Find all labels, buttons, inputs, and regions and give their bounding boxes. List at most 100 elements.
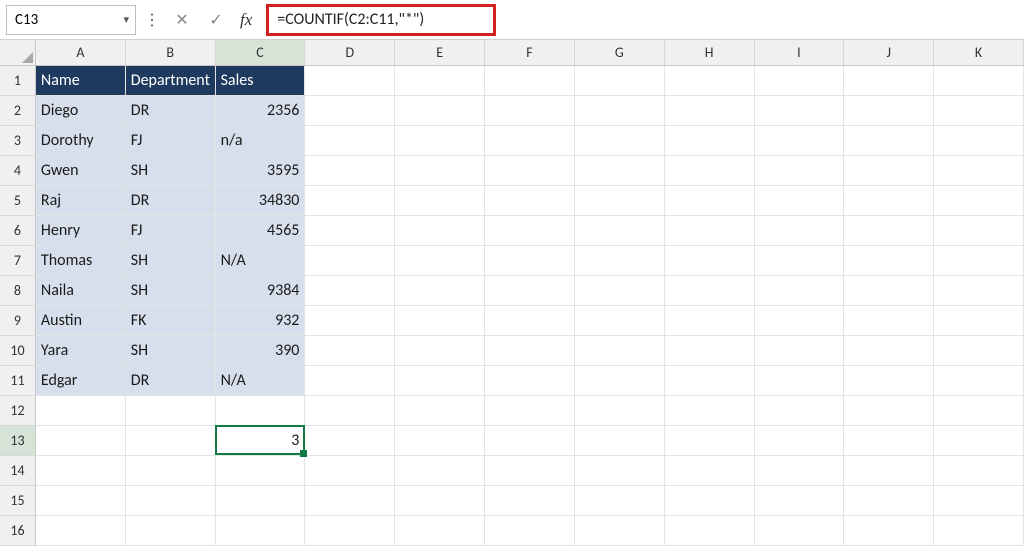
- cell-J10[interactable]: [844, 336, 934, 366]
- cell-J1[interactable]: [844, 66, 934, 96]
- cell-K9[interactable]: [934, 306, 1024, 336]
- cell-F14[interactable]: [485, 456, 575, 486]
- cell-B1[interactable]: Department: [126, 66, 216, 96]
- cell-K12[interactable]: [934, 396, 1024, 426]
- column-header-I[interactable]: I: [755, 40, 845, 65]
- cell-I7[interactable]: [755, 246, 845, 276]
- cell-A7[interactable]: Thomas: [36, 246, 126, 276]
- column-header-E[interactable]: E: [395, 40, 485, 65]
- cell-F3[interactable]: [485, 126, 575, 156]
- cell-B16[interactable]: [126, 516, 216, 546]
- cell-I9[interactable]: [755, 306, 845, 336]
- cell-K11[interactable]: [934, 366, 1024, 396]
- cell-A6[interactable]: Henry: [36, 216, 126, 246]
- row-header-13[interactable]: 13: [0, 426, 36, 456]
- cell-C12[interactable]: [216, 396, 306, 426]
- cell-C3[interactable]: n/a: [216, 126, 306, 156]
- cell-J7[interactable]: [844, 246, 934, 276]
- cell-E6[interactable]: [395, 216, 485, 246]
- cell-F16[interactable]: [485, 516, 575, 546]
- column-header-H[interactable]: H: [665, 40, 755, 65]
- cell-G7[interactable]: [575, 246, 665, 276]
- cell-E11[interactable]: [395, 366, 485, 396]
- cell-B5[interactable]: DR: [126, 186, 216, 216]
- cell-C7[interactable]: N/A: [216, 246, 306, 276]
- cell-C16[interactable]: [216, 516, 306, 546]
- row-header-10[interactable]: 10: [0, 336, 36, 366]
- cell-B8[interactable]: SH: [126, 276, 216, 306]
- cell-J9[interactable]: [844, 306, 934, 336]
- cell-H7[interactable]: [665, 246, 755, 276]
- cell-D2[interactable]: [305, 96, 395, 126]
- row-header-8[interactable]: 8: [0, 276, 36, 306]
- cell-E5[interactable]: [395, 186, 485, 216]
- cell-F11[interactable]: [485, 366, 575, 396]
- cell-I2[interactable]: [755, 96, 845, 126]
- cell-G11[interactable]: [575, 366, 665, 396]
- cell-F7[interactable]: [485, 246, 575, 276]
- cell-G4[interactable]: [575, 156, 665, 186]
- cell-F12[interactable]: [485, 396, 575, 426]
- cell-H5[interactable]: [665, 186, 755, 216]
- cell-I1[interactable]: [755, 66, 845, 96]
- cell-D1[interactable]: [305, 66, 395, 96]
- row-header-11[interactable]: 11: [0, 366, 36, 396]
- cell-B7[interactable]: SH: [126, 246, 216, 276]
- cell-K7[interactable]: [934, 246, 1024, 276]
- cell-H12[interactable]: [665, 396, 755, 426]
- cell-E2[interactable]: [395, 96, 485, 126]
- cell-E3[interactable]: [395, 126, 485, 156]
- cell-F6[interactable]: [485, 216, 575, 246]
- cell-J6[interactable]: [844, 216, 934, 246]
- cell-B12[interactable]: [126, 396, 216, 426]
- cell-F2[interactable]: [485, 96, 575, 126]
- column-header-C[interactable]: C: [216, 40, 306, 65]
- cell-A13[interactable]: [36, 426, 126, 456]
- cell-B14[interactable]: [126, 456, 216, 486]
- confirm-formula-button[interactable]: ✓: [202, 6, 230, 34]
- cell-H13[interactable]: [665, 426, 755, 456]
- cell-K2[interactable]: [934, 96, 1024, 126]
- cell-C9[interactable]: 932: [216, 306, 306, 336]
- cell-D14[interactable]: [305, 456, 395, 486]
- row-header-14[interactable]: 14: [0, 456, 36, 486]
- vertical-dots-icon[interactable]: ⋮: [142, 10, 162, 30]
- cell-F15[interactable]: [485, 486, 575, 516]
- column-header-D[interactable]: D: [305, 40, 395, 65]
- cell-H2[interactable]: [665, 96, 755, 126]
- cell-E16[interactable]: [395, 516, 485, 546]
- row-header-15[interactable]: 15: [0, 486, 36, 516]
- cell-J12[interactable]: [844, 396, 934, 426]
- cell-K10[interactable]: [934, 336, 1024, 366]
- cell-A14[interactable]: [36, 456, 126, 486]
- cell-I11[interactable]: [755, 366, 845, 396]
- cell-B6[interactable]: FJ: [126, 216, 216, 246]
- cell-D11[interactable]: [305, 366, 395, 396]
- cell-C1[interactable]: Sales: [216, 66, 306, 96]
- cell-K4[interactable]: [934, 156, 1024, 186]
- cell-D3[interactable]: [305, 126, 395, 156]
- cell-B4[interactable]: SH: [126, 156, 216, 186]
- cell-E13[interactable]: [395, 426, 485, 456]
- column-header-A[interactable]: A: [36, 40, 126, 65]
- cell-H14[interactable]: [665, 456, 755, 486]
- cell-I4[interactable]: [755, 156, 845, 186]
- cell-H16[interactable]: [665, 516, 755, 546]
- cell-G9[interactable]: [575, 306, 665, 336]
- cell-A5[interactable]: Raj: [36, 186, 126, 216]
- cell-C6[interactable]: 4565: [216, 216, 306, 246]
- cell-F8[interactable]: [485, 276, 575, 306]
- cell-C13[interactable]: 3: [216, 426, 306, 456]
- cell-H4[interactable]: [665, 156, 755, 186]
- cell-I3[interactable]: [755, 126, 845, 156]
- cell-G2[interactable]: [575, 96, 665, 126]
- cell-K3[interactable]: [934, 126, 1024, 156]
- row-header-9[interactable]: 9: [0, 306, 36, 336]
- cell-J16[interactable]: [844, 516, 934, 546]
- cell-D7[interactable]: [305, 246, 395, 276]
- cell-D8[interactable]: [305, 276, 395, 306]
- cell-J2[interactable]: [844, 96, 934, 126]
- cell-D6[interactable]: [305, 216, 395, 246]
- cell-A3[interactable]: Dorothy: [36, 126, 126, 156]
- select-all-corner[interactable]: [0, 40, 36, 66]
